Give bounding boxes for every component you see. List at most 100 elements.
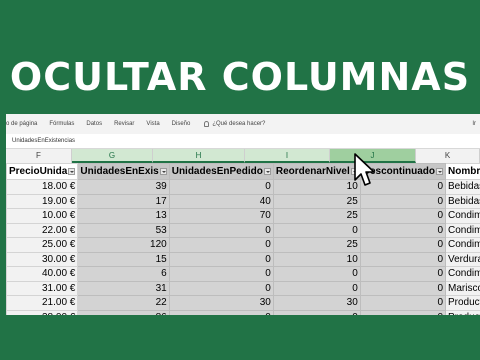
table-cell[interactable]: 15 [77, 251, 170, 267]
table-cell[interactable]: 13 [77, 208, 170, 224]
table-cell[interactable]: 10 [272, 179, 361, 195]
table-cell[interactable]: Condimento [444, 237, 480, 253]
table-cell[interactable]: 30 [272, 295, 361, 311]
thumbnail-frame: OCULTAR COLUMNAS o de página Fórmulas Da… [0, 0, 480, 360]
table-cell[interactable]: 0 [272, 222, 361, 238]
tab-formulas[interactable]: Fórmulas [49, 121, 74, 127]
column-header-f[interactable]: F [6, 149, 72, 163]
table-cell[interactable]: 0 [272, 309, 361, 315]
table-cell[interactable]: 19.00 € [6, 193, 79, 209]
table-cell[interactable]: 22 [77, 295, 170, 311]
ribbon-right-label[interactable]: Ir [472, 121, 476, 127]
table-cell[interactable]: 30 [168, 295, 274, 311]
table-cell[interactable]: 0 [272, 280, 361, 296]
table-cell[interactable]: 25 [272, 193, 361, 209]
tab-view[interactable]: Vista [146, 121, 159, 127]
data-table: PrecioUnida UnidadesEnExis UnidadesEnPed… [6, 163, 480, 315]
table-cell[interactable]: 6 [77, 266, 170, 282]
table-cell[interactable]: 0 [359, 193, 447, 209]
table-cell[interactable]: 39 [77, 179, 170, 195]
column-header-i[interactable]: I [245, 149, 330, 163]
table-cell[interactable]: 0 [168, 280, 274, 296]
tab-page-layout[interactable]: o de página [6, 121, 37, 127]
table-cell[interactable]: 86 [77, 309, 170, 315]
header-cell[interactable]: UnidadesEnPedido [168, 163, 274, 180]
table-cell[interactable]: 0 [359, 266, 447, 282]
table-cell[interactable]: 0 [168, 237, 274, 253]
table-cell[interactable]: 53 [77, 222, 170, 238]
table-cell[interactable]: 25 [272, 237, 361, 253]
header-cell[interactable]: PrecioUnida [6, 163, 79, 180]
name-box-value: UnidadesEnExistencias [12, 138, 76, 144]
table-row: 30.00 €15 0 10 0 Verdura [6, 251, 480, 267]
table-cell[interactable]: Condimento [444, 222, 480, 238]
table-cell[interactable]: 0 [359, 309, 447, 315]
tab-review[interactable]: Revisar [114, 121, 134, 127]
filter-dropdown-icon[interactable] [263, 167, 271, 175]
filter-dropdown-icon[interactable] [68, 167, 76, 175]
table-cell[interactable]: 0 [272, 266, 361, 282]
table-cell[interactable]: Productos lá [444, 295, 480, 311]
table-cell[interactable]: 25 [272, 208, 361, 224]
tell-me-text: ¿Qué desea hacer? [212, 121, 266, 127]
table-cell[interactable]: 0 [168, 179, 274, 195]
table-cell[interactable]: 0 [359, 295, 447, 311]
table-cell[interactable]: 0 [359, 280, 447, 296]
table-cell[interactable]: Marisco [444, 280, 480, 296]
column-header-h[interactable]: H [153, 149, 245, 163]
mouse-pointer-icon [354, 153, 375, 186]
table-cell[interactable]: 0 [359, 237, 447, 253]
worksheet-grid[interactable]: F G H I J K PrecioUnida UnidadesEnExis U… [6, 149, 480, 315]
table-cell[interactable]: 0 [168, 222, 274, 238]
table-cell[interactable]: 0 [168, 251, 274, 267]
table-cell[interactable]: 40.00 € [6, 266, 79, 282]
column-header-g[interactable]: G [72, 149, 153, 163]
table-cell[interactable]: 10.00 € [6, 208, 79, 224]
table-cell[interactable]: 0 [359, 222, 447, 238]
table-row: 40.00 €6000Condimento [6, 266, 480, 282]
table-header-row: PrecioUnida UnidadesEnExis UnidadesEnPed… [6, 163, 480, 180]
filter-dropdown-icon[interactable] [436, 167, 443, 175]
banner-title: OCULTAR COLUMNAS [9, 55, 471, 99]
table-cell[interactable]: 38.00 € [6, 309, 79, 315]
header-cell[interactable]: UnidadesEnExis [77, 163, 170, 180]
table-row: 18.00 €390100Bebidas [6, 179, 480, 195]
table-cell[interactable]: 0 [168, 266, 274, 282]
table-cell[interactable]: 17 [77, 193, 170, 209]
table-cell[interactable]: 0 [359, 208, 447, 224]
header-cell[interactable]: ReordenarNivel [272, 163, 361, 180]
name-box-bar[interactable]: UnidadesEnExistencias [6, 134, 480, 149]
column-header-k[interactable]: K [416, 149, 480, 163]
table-cell[interactable]: 30.00 € [6, 251, 79, 267]
table-cell[interactable]: Verdura [444, 251, 480, 267]
header-cell[interactable]: NombreCate [444, 163, 480, 180]
table-cell[interactable]: 22.00 € [6, 222, 79, 238]
table-cell[interactable]: 18.00 € [6, 179, 79, 195]
table-row: 31.00 €31 0 0 0 Marisco [6, 280, 480, 296]
table-cell[interactable]: 120 [77, 237, 170, 253]
filter-dropdown-icon[interactable] [159, 167, 167, 175]
tab-data[interactable]: Datos [86, 121, 102, 127]
table-row: 10.00 €1370250Condimento [6, 208, 480, 224]
table-cell[interactable]: Condimento [444, 208, 480, 224]
table-cell[interactable]: 31.00 € [6, 280, 79, 296]
excel-window: o de página Fórmulas Datos Revisar Vista… [6, 114, 480, 315]
table-cell[interactable]: Bebidas [444, 179, 480, 195]
table-cell[interactable]: 0 [168, 309, 274, 315]
lightbulb-icon [204, 121, 210, 127]
table-cell[interactable]: 40 [168, 193, 274, 209]
table-cell[interactable]: 10 [272, 251, 361, 267]
column-headers: F G H I J K [6, 149, 480, 163]
table-cell[interactable]: 0 [359, 251, 447, 267]
table-cell[interactable]: 21.00 € [6, 295, 79, 311]
table-row: 22.00 €53000Condimento [6, 222, 480, 238]
tell-me-box[interactable]: ¿Qué desea hacer? [204, 121, 265, 127]
table-cell[interactable]: Bebidas [444, 193, 480, 209]
table-cell[interactable]: 25.00 € [6, 237, 79, 253]
table-cell[interactable]: Condimento [444, 266, 480, 282]
table-cell[interactable]: Productos lá [444, 309, 480, 315]
tab-design[interactable]: Diseño [172, 121, 191, 127]
table-row: 25.00 €1200250Condimento [6, 237, 480, 253]
table-cell[interactable]: 31 [77, 280, 170, 296]
table-cell[interactable]: 70 [168, 208, 274, 224]
